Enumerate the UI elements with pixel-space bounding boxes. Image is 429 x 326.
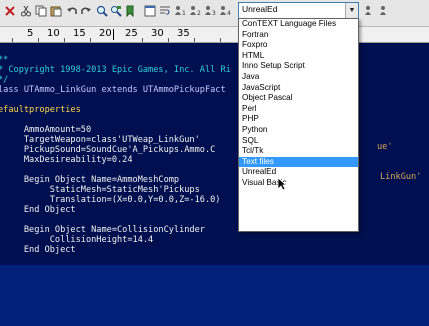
language-option[interactable]: UnrealEd — [239, 167, 358, 178]
toolbar: 1 2 3 4 — [0, 0, 429, 27]
code-line: PickupSound=SoundCue'A_Pickups.Ammo.C — [0, 145, 216, 155]
column-ruler: 5 10 15 20 25 30 35 — [0, 27, 429, 43]
ruler-caret — [113, 29, 114, 40]
svg-text:1: 1 — [182, 10, 186, 17]
language-option[interactable]: Text files — [239, 156, 358, 168]
language-option[interactable]: Tcl/Tk — [239, 146, 358, 157]
editor-empty-area — [0, 265, 429, 326]
paste-icon[interactable] — [48, 3, 64, 19]
svg-text:3: 3 — [212, 10, 216, 17]
ruler-label: 10 — [47, 28, 60, 39]
language-option[interactable]: Fortran — [239, 30, 358, 41]
bookmark-icon[interactable] — [122, 3, 138, 19]
language-option[interactable]: Object Pascal — [239, 93, 358, 104]
mouse-pointer-icon — [277, 176, 288, 191]
language-option[interactable]: PHP — [239, 114, 358, 125]
code-line: Begin Object Name=CollisionCylinder — [0, 225, 205, 235]
word-wrap-icon[interactable] — [157, 3, 173, 19]
ruler-tick — [142, 38, 143, 42]
user-tool-2-icon[interactable]: 2 — [188, 3, 204, 19]
code-line: * Copyright 1998-2013 Epic Games, Inc. A… — [0, 65, 231, 75]
language-option[interactable]: JavaScript — [239, 83, 358, 94]
code-line: Translation=(X=0.0,Y=0.0,Z=-16.0) — [0, 195, 221, 205]
ruler-tick — [220, 38, 221, 42]
code-line: TargetWeapon=class'UTWeap_LinkGun' — [0, 135, 200, 145]
code-line: Begin Object Name=AmmoMeshComp — [0, 175, 180, 185]
ruler-label: 25 — [125, 28, 138, 39]
ruler-tick — [12, 38, 13, 42]
user-tool-1-icon[interactable]: 1 — [173, 3, 189, 19]
copy-icon[interactable] — [33, 3, 49, 19]
code-line: MaxDesireability=0.24 — [0, 155, 133, 165]
code-line: End Object — [0, 205, 76, 215]
code-line: AmmoAmount=50 — [0, 125, 92, 135]
svg-text:4: 4 — [227, 10, 231, 17]
user-tool-4-icon[interactable]: 4 — [218, 3, 234, 19]
code-line: */ — [0, 75, 9, 85]
cut-icon[interactable] — [18, 3, 34, 19]
ruler-label: 5 — [27, 28, 34, 39]
user-tool-3-icon[interactable]: 3 — [203, 3, 219, 19]
ruler-tick — [168, 38, 169, 42]
language-option[interactable]: Perl — [239, 104, 358, 115]
language-option[interactable]: ConTEXT Language Files — [239, 19, 358, 30]
ruler-tick — [194, 38, 195, 42]
ruler-label: 20 — [99, 28, 112, 39]
chevron-down-icon[interactable]: ▼ — [345, 3, 358, 18]
redo-icon[interactable] — [78, 3, 94, 19]
language-option[interactable]: Python — [239, 125, 358, 136]
language-select-value: UnrealEd — [242, 4, 278, 14]
code-fragment: LinkGun' — [380, 172, 422, 182]
language-option[interactable]: Foxpro — [239, 40, 358, 51]
language-option[interactable]: Visual Basic — [239, 178, 358, 189]
code-line: efaultproperties — [0, 105, 81, 115]
ruler-tick — [38, 38, 39, 42]
ruler-label: 15 — [73, 28, 86, 39]
language-option[interactable]: Java — [239, 72, 358, 83]
user-tool-5-icon[interactable] — [363, 3, 379, 19]
code-line: StaticMesh=StaticMesh'Pickups — [0, 185, 200, 195]
language-option[interactable]: SQL — [239, 136, 358, 147]
code-line: ** — [0, 55, 9, 65]
ruler-label: 35 — [177, 28, 190, 39]
user-tool-6-icon[interactable] — [378, 3, 394, 19]
new-window-icon[interactable] — [142, 3, 158, 19]
svg-text:2: 2 — [197, 10, 201, 17]
code-line: CollisionHeight=14.4 — [0, 235, 154, 245]
ruler-tick — [64, 38, 65, 42]
language-option[interactable]: Inno Setup Script — [239, 61, 358, 72]
ruler-label: 30 — [151, 28, 164, 39]
code-line: End Object — [0, 245, 76, 255]
code-editor[interactable]: *** Copyright 1998-2013 Epic Games, Inc.… — [0, 43, 429, 326]
language-select[interactable]: UnrealEd ▼ — [238, 2, 359, 19]
language-option[interactable]: HTML — [239, 51, 358, 62]
close-file-icon[interactable] — [2, 3, 18, 19]
code-line: lass UTAmmo_LinkGun extends UTAmmoPickup… — [0, 85, 226, 95]
code-fragment: ue' — [377, 142, 393, 152]
ruler-tick — [90, 38, 91, 42]
language-dropdown-list[interactable]: ConTEXT Language Files Fortran Foxpro HTML I… — [238, 18, 359, 232]
